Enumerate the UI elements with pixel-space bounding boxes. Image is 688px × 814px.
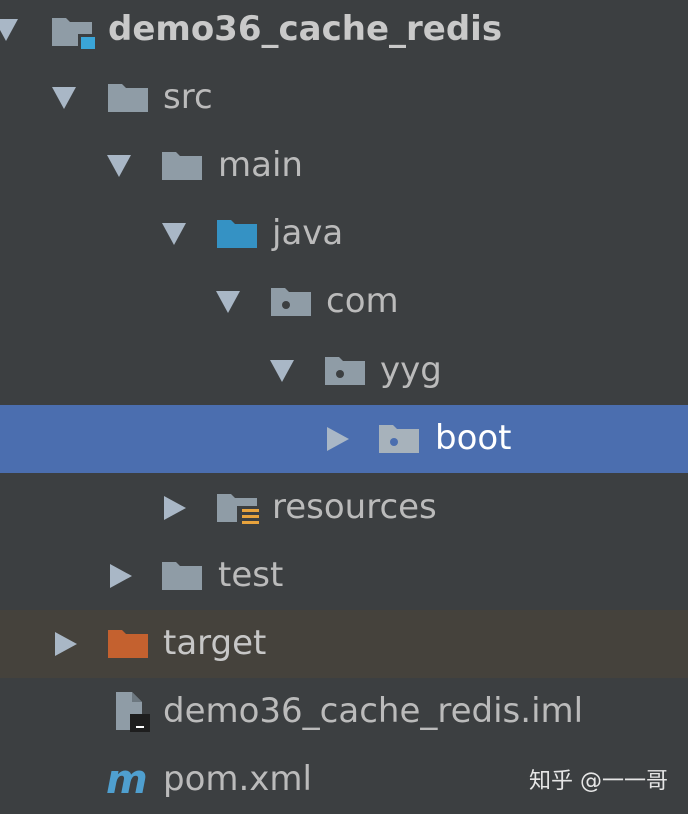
folder-icon (160, 558, 204, 594)
watermark-text: 知乎 @一一哥 (529, 769, 668, 794)
tree-row-boot[interactable]: boot (0, 405, 688, 473)
tree-label-java: java (272, 213, 344, 253)
svg-text:m: m (106, 760, 148, 800)
tree-label-src: src (163, 77, 213, 117)
tree-row-iml-file[interactable]: demo36_cache_redis.iml (0, 678, 688, 746)
folder-icon (160, 148, 204, 184)
chevron-down-icon[interactable] (216, 291, 240, 313)
package-icon (269, 284, 313, 320)
chevron-right-icon[interactable] (110, 564, 132, 588)
tree-label-resources: resources (272, 487, 437, 527)
maven-icon: m (104, 760, 154, 800)
package-icon (323, 353, 367, 389)
tree-label-pom-file: pom.xml (163, 759, 312, 799)
tree-row-main[interactable]: main (0, 132, 688, 200)
chevron-down-icon[interactable] (162, 223, 186, 245)
chevron-down-icon[interactable] (107, 155, 131, 177)
folder-icon (106, 80, 150, 116)
tree-row-test[interactable]: test (0, 542, 688, 610)
chevron-down-icon[interactable] (52, 87, 76, 109)
package-icon (377, 421, 421, 457)
chevron-down-icon[interactable] (270, 360, 294, 382)
module-folder-icon (50, 12, 96, 50)
iml-file-icon (112, 690, 152, 734)
project-tree: demo36_cache_redis src main java com yyg… (0, 0, 688, 810)
tree-label-iml-file: demo36_cache_redis.iml (163, 691, 584, 731)
tree-label-main: main (218, 145, 303, 185)
tree-row-resources[interactable]: resources (0, 474, 688, 542)
tree-row-java[interactable]: java (0, 200, 688, 268)
chevron-down-icon[interactable] (0, 19, 18, 41)
excluded-folder-icon (106, 626, 150, 662)
tree-row-root[interactable]: demo36_cache_redis (0, 0, 688, 64)
tree-row-src[interactable]: src (0, 64, 688, 132)
tree-label-yyg: yyg (380, 350, 442, 390)
tree-row-com[interactable]: com (0, 268, 688, 336)
tree-label-com: com (326, 281, 399, 321)
chevron-right-icon[interactable] (327, 427, 349, 451)
chevron-right-icon[interactable] (164, 496, 186, 520)
chevron-right-icon[interactable] (55, 632, 77, 656)
tree-row-yyg[interactable]: yyg (0, 337, 688, 405)
tree-label-root: demo36_cache_redis (108, 9, 503, 49)
source-root-folder-icon (215, 216, 259, 252)
tree-label-test: test (218, 555, 284, 595)
tree-row-target[interactable]: target (0, 610, 688, 678)
tree-label-target: target (163, 623, 267, 663)
resources-folder-icon (215, 490, 261, 528)
tree-label-boot: boot (435, 418, 512, 458)
